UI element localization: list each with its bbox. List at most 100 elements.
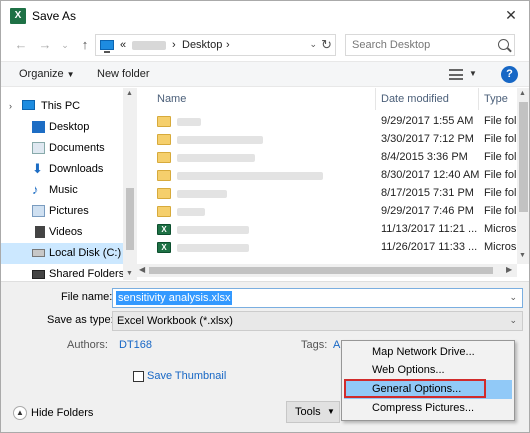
scroll-up-arrow-icon[interactable]: ▲ [126, 90, 133, 97]
file-type: File fol [484, 133, 517, 145]
videos-icon [32, 226, 45, 238]
file-row[interactable]: X 11/13/2017 11:21 ... Micros [137, 221, 517, 238]
nav-label: Documents [49, 142, 105, 154]
scrollbar-thumb[interactable] [149, 267, 493, 274]
expand-chevron-icon[interactable]: › [9, 101, 12, 111]
tools-button[interactable]: Tools ▼ [286, 401, 340, 423]
redacted-file-name [177, 154, 255, 162]
redacted-file-name [177, 244, 249, 252]
scroll-down-arrow-icon[interactable]: ▼ [126, 270, 133, 277]
authors-value[interactable]: DT168 [119, 339, 152, 351]
column-divider[interactable] [478, 88, 479, 110]
file-type: Micros [484, 241, 517, 253]
file-row[interactable]: 8/17/2015 7:31 PM File fol [137, 185, 517, 202]
desktop-icon [32, 121, 45, 133]
file-type: File fol [484, 187, 517, 199]
scrollbar-thumb[interactable] [519, 102, 528, 212]
breadcrumb-separator: › [172, 39, 176, 51]
file-name-value[interactable]: sensitivity analysis.xlsx [116, 291, 233, 305]
nav-label: Shared Folders (\ [49, 268, 134, 280]
scroll-left-arrow-icon[interactable]: ◀ [139, 265, 145, 274]
chevron-down-icon[interactable]: ⌄ [509, 315, 517, 326]
file-list-horizontal-scrollbar[interactable]: ◀ ▶ [137, 264, 517, 277]
up-arrow-icon[interactable]: ↑ [75, 35, 95, 55]
file-date: 8/4/2015 3:36 PM [381, 151, 468, 163]
organize-label: Organize [19, 68, 64, 80]
address-dropdown-icon[interactable]: ⌄ [309, 39, 317, 50]
nav-item-videos[interactable]: Videos [1, 222, 123, 243]
file-type: File fol [484, 205, 517, 217]
recent-locations-chevron-icon[interactable]: ⌄ [55, 35, 75, 55]
save-thumbnail-checkbox[interactable] [133, 371, 144, 382]
sort-ascending-icon: ⌃ [261, 88, 268, 93]
nav-item-shared-folders[interactable]: Shared Folders (\ [1, 264, 134, 280]
downloads-icon: ⬇ [32, 161, 43, 176]
tools-menu: Map Network Drive... Web Options... Gene… [341, 340, 515, 421]
search-input[interactable]: Search Desktop [345, 34, 515, 56]
column-divider[interactable] [375, 88, 376, 110]
file-row[interactable]: 9/29/2017 1:55 AM File fol [137, 113, 517, 130]
excel-file-icon: X [157, 224, 171, 235]
scroll-down-arrow-icon[interactable]: ▼ [519, 252, 526, 259]
redacted-file-name [177, 172, 323, 180]
menu-item-web-options[interactable]: Web Options... [344, 361, 512, 380]
scroll-right-arrow-icon[interactable]: ▶ [506, 265, 512, 274]
close-icon[interactable]: ✕ [501, 5, 521, 25]
file-name-input[interactable]: sensitivity analysis.xlsx ⌄ [112, 288, 523, 308]
scrollbar-thumb[interactable] [126, 188, 134, 250]
back-arrow-icon[interactable]: ← [11, 35, 31, 55]
column-header-name[interactable]: Name [157, 88, 186, 110]
nav-item-this-pc[interactable]: › This PC [1, 96, 123, 117]
address-bar[interactable]: « › Desktop › ⌄ ↻ [95, 34, 336, 56]
column-header-date[interactable]: Date modified [381, 88, 449, 110]
chevron-down-icon[interactable]: ⌄ [509, 292, 517, 303]
file-row[interactable]: 9/29/2017 7:46 PM File fol [137, 203, 517, 220]
new-folder-button[interactable]: New folder [97, 68, 150, 80]
view-options-icon[interactable] [449, 69, 463, 80]
save-thumbnail-label[interactable]: Save Thumbnail [147, 370, 226, 382]
navigation-bar: ← → ⌄ ↑ « › Desktop › ⌄ ↻ Search Desktop [1, 32, 529, 58]
excel-icon: X [10, 8, 26, 24]
file-row[interactable]: 8/30/2017 12:40 AM File fol [137, 167, 517, 184]
music-icon: ♪ [32, 182, 39, 197]
nav-item-desktop[interactable]: Desktop [1, 117, 123, 138]
tags-value[interactable]: A [333, 339, 340, 351]
nav-label: Videos [49, 226, 83, 238]
nav-label: This PC [41, 100, 81, 112]
breadcrumb-separator[interactable]: › [226, 39, 230, 51]
nav-pane-scrollbar[interactable]: ▲ ▼ [123, 88, 137, 280]
refresh-icon[interactable]: ↻ [321, 37, 332, 53]
file-date: 9/29/2017 7:46 PM [381, 205, 474, 217]
column-header-type[interactable]: Type [484, 88, 508, 110]
nav-item-pictures[interactable]: Pictures [1, 201, 123, 222]
window-title: Save As [32, 9, 77, 23]
nav-item-music[interactable]: ♪ Music [1, 180, 123, 201]
nav-item-local-disk[interactable]: Local Disk (C:) [1, 243, 123, 264]
nav-label: Pictures [49, 205, 89, 217]
menu-item-map-network-drive[interactable]: Map Network Drive... [344, 343, 512, 362]
breadcrumb-hidden-segment[interactable] [132, 41, 166, 50]
scroll-up-arrow-icon[interactable]: ▲ [519, 90, 526, 97]
file-row[interactable]: 3/30/2017 7:12 PM File fol [137, 131, 517, 148]
file-row[interactable]: 8/4/2015 3:36 PM File fol [137, 149, 517, 166]
file-row[interactable]: X 11/26/2017 11:33 ... Micros [137, 239, 517, 256]
authors-label: Authors: [67, 339, 108, 351]
caret-down-icon[interactable]: ▼ [469, 69, 477, 78]
help-icon[interactable]: ? [501, 66, 518, 83]
menu-item-compress-pictures[interactable]: Compress Pictures... [344, 399, 512, 418]
file-type: File fol [484, 115, 517, 127]
pc-icon [22, 100, 35, 110]
folder-icon [157, 116, 171, 127]
redacted-file-name [177, 118, 201, 126]
chevron-up-icon: ▲ [13, 406, 27, 420]
nav-item-documents[interactable]: Documents [1, 138, 123, 159]
save-as-type-select[interactable]: Excel Workbook (*.xlsx) ⌄ [112, 311, 523, 331]
search-placeholder: Search Desktop [352, 39, 431, 51]
redacted-file-name [177, 190, 227, 198]
file-list-vertical-scrollbar[interactable]: ▲ ▼ [517, 88, 529, 264]
breadcrumb-desktop[interactable]: Desktop [182, 39, 222, 51]
organize-button[interactable]: Organize ▼ [19, 68, 75, 80]
forward-arrow-icon[interactable]: → [35, 35, 55, 55]
nav-item-downloads[interactable]: ⬇ Downloads [1, 159, 123, 180]
breadcrumb-overflow[interactable]: « [120, 39, 126, 51]
